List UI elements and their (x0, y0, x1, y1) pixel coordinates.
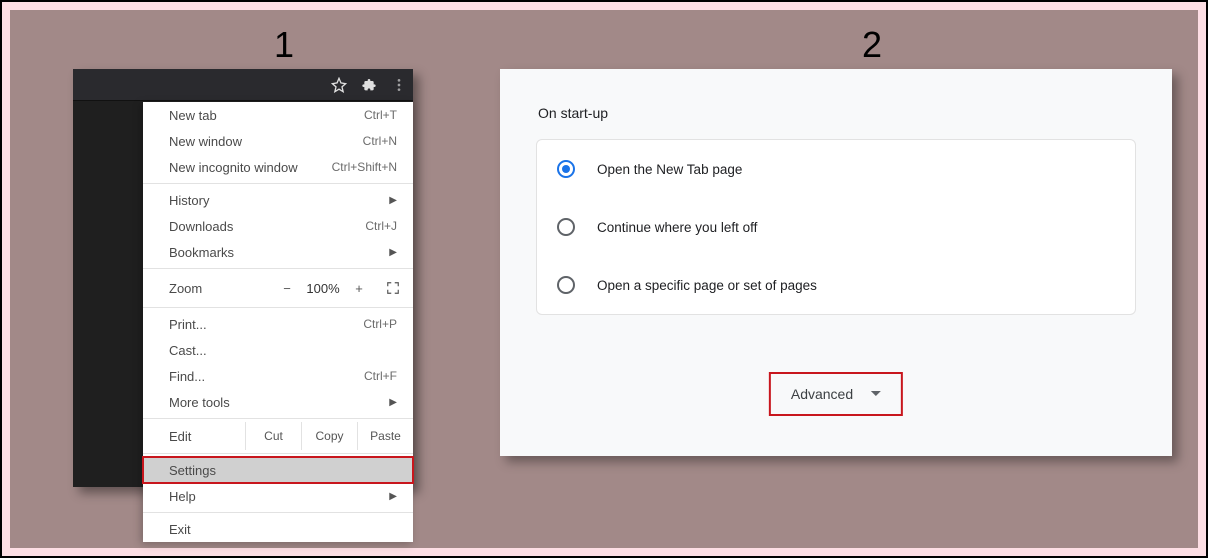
menu-item-new-window[interactable]: New window Ctrl+N (143, 128, 413, 154)
chevron-right-icon: ▶ (389, 195, 397, 206)
extensions-icon[interactable] (361, 77, 377, 93)
menu-item-new-incognito[interactable]: New incognito window Ctrl+Shift+N (143, 154, 413, 180)
menu-divider (143, 418, 413, 419)
section-title: On start-up (538, 105, 1136, 121)
kebab-menu-icon[interactable] (391, 77, 407, 93)
menu-label: Find... (169, 369, 205, 384)
radio-icon (557, 276, 575, 294)
menu-item-bookmarks[interactable]: Bookmarks ▶ (143, 239, 413, 265)
menu-item-find[interactable]: Find... Ctrl+F (143, 363, 413, 389)
menu-shortcut: Ctrl+Shift+N (332, 160, 397, 174)
zoom-in-button[interactable]: + (345, 281, 373, 296)
chevron-down-icon (871, 391, 881, 401)
paste-button[interactable]: Paste (357, 422, 413, 450)
menu-label: Bookmarks (169, 245, 234, 260)
menu-item-cast[interactable]: Cast... (143, 337, 413, 363)
zoom-out-button[interactable]: − (273, 281, 301, 296)
menu-divider (143, 307, 413, 308)
chevron-right-icon: ▶ (389, 397, 397, 408)
menu-item-settings[interactable]: Settings (143, 457, 413, 483)
menu-divider (143, 453, 413, 454)
radio-label: Open the New Tab page (597, 162, 742, 177)
menu-divider (143, 512, 413, 513)
menu-item-more-tools[interactable]: More tools ▶ (143, 389, 413, 415)
menu-label: New window (169, 134, 242, 149)
radio-icon (557, 218, 575, 236)
radio-label: Open a specific page or set of pages (597, 278, 817, 293)
menu-label: More tools (169, 395, 230, 410)
menu-shortcut: Ctrl+P (363, 317, 397, 331)
advanced-toggle[interactable]: Advanced (769, 372, 903, 416)
menu-label: Settings (169, 463, 216, 478)
menu-label: Help (169, 489, 196, 504)
chevron-right-icon: ▶ (389, 491, 397, 502)
radio-option-specific[interactable]: Open a specific page or set of pages (537, 256, 1135, 314)
menu-divider (143, 183, 413, 184)
star-icon[interactable] (331, 77, 347, 93)
chevron-right-icon: ▶ (389, 247, 397, 258)
chrome-menu: New tab Ctrl+T New window Ctrl+N New inc… (143, 102, 413, 542)
menu-label: History (169, 193, 209, 208)
settings-startup-panel: On start-up Open the New Tab page Contin… (500, 69, 1172, 456)
zoom-value: 100% (301, 281, 345, 296)
step-number-2: 2 (862, 24, 882, 66)
menu-divider (143, 268, 413, 269)
menu-shortcut: Ctrl+J (365, 219, 397, 233)
menu-item-print[interactable]: Print... Ctrl+P (143, 311, 413, 337)
menu-item-exit[interactable]: Exit (143, 516, 413, 542)
menu-label: New tab (169, 108, 217, 123)
menu-item-history[interactable]: History ▶ (143, 187, 413, 213)
cut-button[interactable]: Cut (245, 422, 301, 450)
menu-item-help[interactable]: Help ▶ (143, 483, 413, 509)
menu-label: New incognito window (169, 160, 298, 175)
copy-button[interactable]: Copy (301, 422, 357, 450)
fullscreen-icon[interactable] (373, 281, 413, 295)
zoom-label: Zoom (169, 281, 273, 296)
menu-label: Downloads (169, 219, 233, 234)
menu-label: Print... (169, 317, 207, 332)
menu-item-zoom: Zoom − 100% + (143, 272, 413, 304)
radio-icon (557, 160, 575, 178)
radio-option-continue[interactable]: Continue where you left off (537, 198, 1135, 256)
menu-item-edit: Edit Cut Copy Paste (143, 422, 413, 450)
menu-shortcut: Ctrl+F (364, 369, 397, 383)
menu-label: Cast... (169, 343, 207, 358)
advanced-label: Advanced (791, 386, 853, 402)
menu-label: Exit (169, 522, 191, 537)
browser-window: New tab Ctrl+T New window Ctrl+N New inc… (73, 69, 413, 487)
browser-toolbar (73, 69, 413, 101)
menu-item-new-tab[interactable]: New tab Ctrl+T (143, 102, 413, 128)
startup-options-card: Open the New Tab page Continue where you… (536, 139, 1136, 315)
menu-shortcut: Ctrl+T (364, 108, 397, 122)
edit-label: Edit (169, 429, 245, 444)
menu-item-downloads[interactable]: Downloads Ctrl+J (143, 213, 413, 239)
menu-shortcut: Ctrl+N (363, 134, 397, 148)
radio-label: Continue where you left off (597, 220, 757, 235)
radio-option-new-tab[interactable]: Open the New Tab page (537, 140, 1135, 198)
step-number-1: 1 (274, 24, 294, 66)
